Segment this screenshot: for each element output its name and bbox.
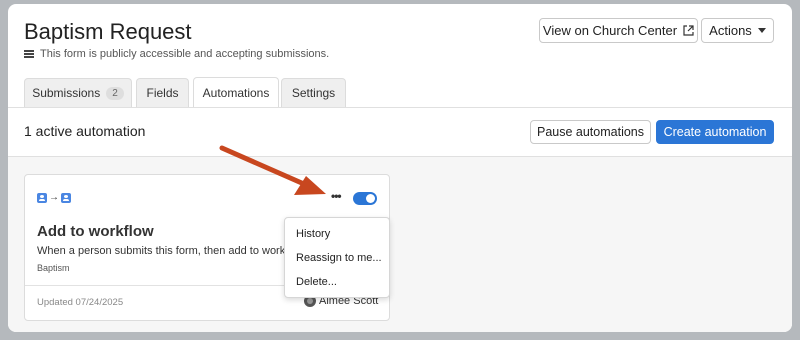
form-page: Baptism Request This form is publicly ac… [8,4,792,332]
annotation-arrow [219,145,326,195]
